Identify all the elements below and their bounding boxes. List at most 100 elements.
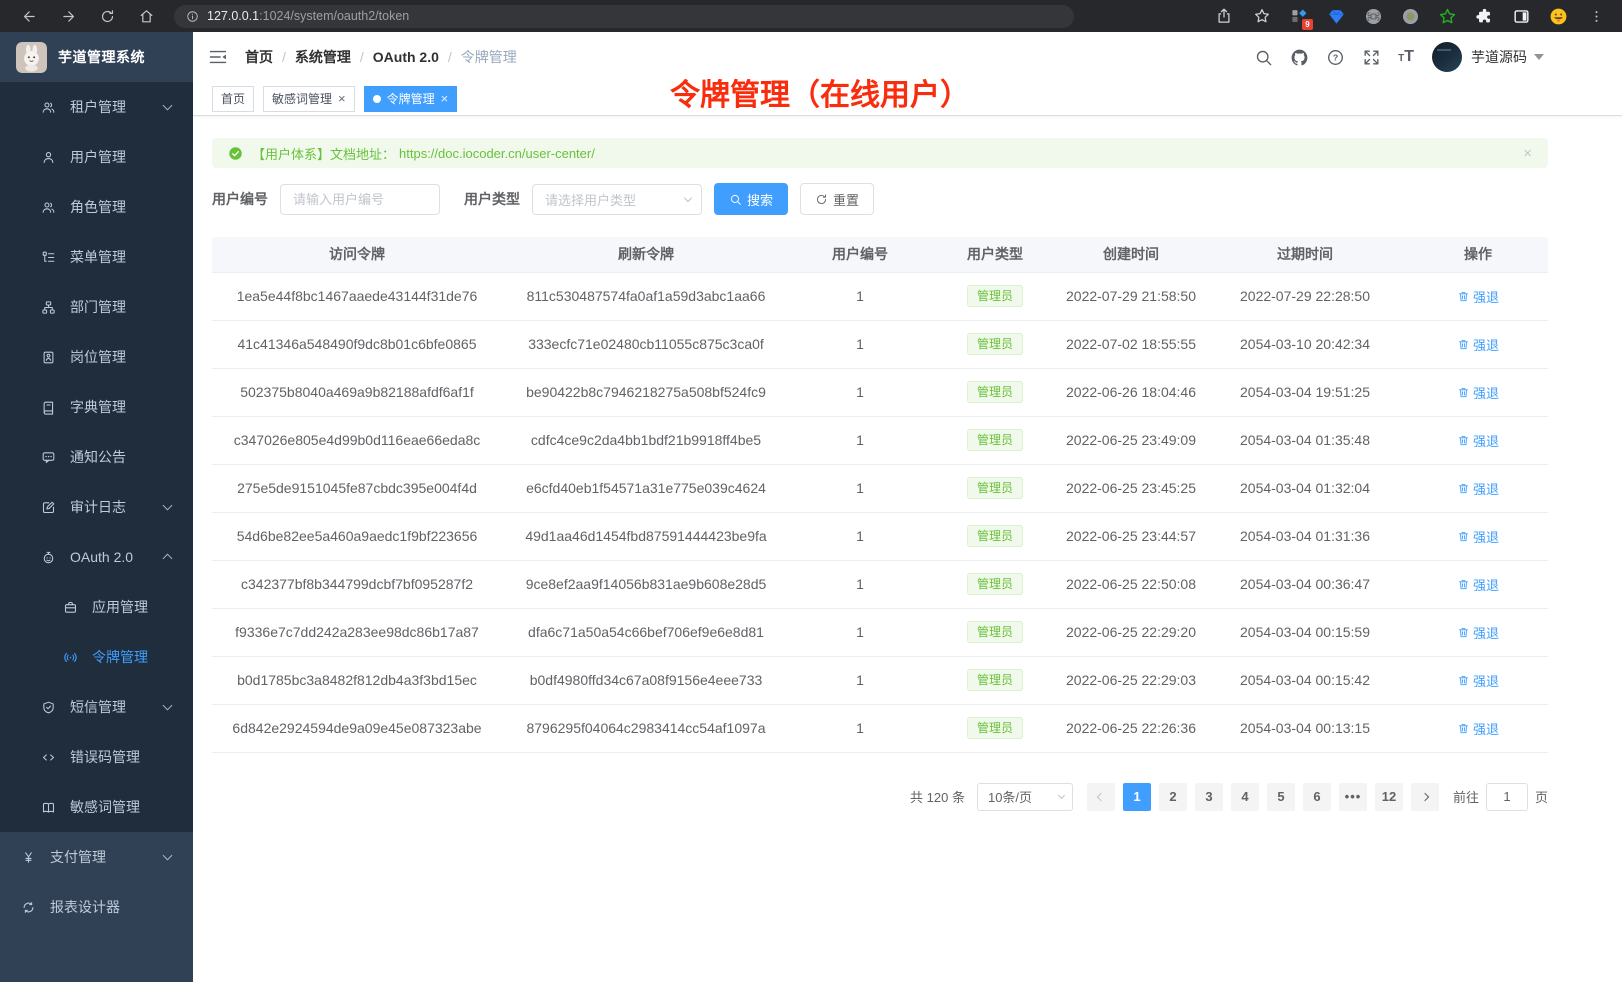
sidebar-item-15[interactable]: 敏感词管理 bbox=[0, 782, 193, 832]
force-logout-button[interactable]: 强退 bbox=[1457, 527, 1499, 546]
reset-button[interactable]: 重置 bbox=[800, 183, 874, 215]
table-row: 1ea5e44f8bc1467aaede43144f31de76811c5304… bbox=[212, 272, 1548, 320]
extension-sidepanel-icon[interactable] bbox=[1512, 7, 1531, 26]
sidebar-collapse-icon[interactable] bbox=[208, 47, 228, 67]
page-button-6[interactable]: 6 bbox=[1303, 783, 1331, 811]
pagination-more[interactable]: ••• bbox=[1339, 783, 1367, 811]
breadcrumb-item-3[interactable]: OAuth 2.0 bbox=[373, 49, 439, 65]
force-logout-button[interactable]: 强退 bbox=[1457, 431, 1499, 450]
fullscreen-icon[interactable] bbox=[1362, 48, 1381, 67]
page-button-4[interactable]: 4 bbox=[1231, 783, 1259, 811]
sidebar-item-17[interactable]: 报表设计器 bbox=[0, 882, 193, 932]
sidebar-item-12[interactable]: 令牌管理 bbox=[0, 632, 193, 682]
page-button-2[interactable]: 2 bbox=[1159, 783, 1187, 811]
github-icon[interactable] bbox=[1290, 48, 1309, 67]
sidebar-item-6[interactable]: 岗位管理 bbox=[0, 332, 193, 382]
force-logout-button[interactable]: 强退 bbox=[1457, 335, 1499, 354]
sidebar-item-9[interactable]: 审计日志 bbox=[0, 482, 193, 532]
sidebar-item-5[interactable]: 部门管理 bbox=[0, 282, 193, 332]
extension-record-icon[interactable] bbox=[1401, 7, 1420, 26]
sidebar-item-14[interactable]: 错误码管理 bbox=[0, 732, 193, 782]
alert-close-icon[interactable]: × bbox=[1523, 146, 1532, 161]
pagination-goto: 前往 页 bbox=[1453, 783, 1548, 811]
sidebar-item-3[interactable]: 角色管理 bbox=[0, 182, 193, 232]
sidebar-item-13[interactable]: 短信管理 bbox=[0, 682, 193, 732]
column-header-6: 过期时间 bbox=[1202, 237, 1408, 272]
column-header-7: 操作 bbox=[1408, 237, 1548, 272]
browser-back-icon[interactable] bbox=[21, 8, 38, 25]
tab-1[interactable]: 首页 bbox=[212, 86, 254, 112]
sidebar-item-2[interactable]: 用户管理 bbox=[0, 132, 193, 182]
force-logout-button[interactable]: 强退 bbox=[1457, 479, 1499, 498]
signal-icon bbox=[63, 650, 78, 665]
page-button-1[interactable]: 1 bbox=[1123, 783, 1151, 811]
page-size-select[interactable]: 10条/页 bbox=[977, 783, 1073, 811]
sidebar-item-10[interactable]: OAuth 2.0 bbox=[0, 532, 193, 582]
report-icon bbox=[21, 900, 36, 915]
cell-access-token: c347026e805e4d99b0d116eae66eda8c bbox=[212, 416, 502, 464]
force-logout-button[interactable]: 强退 bbox=[1457, 671, 1499, 690]
force-logout-button[interactable]: 强退 bbox=[1457, 623, 1499, 642]
sidebar-item-16[interactable]: 支付管理 bbox=[0, 832, 193, 882]
chevron-down-icon bbox=[163, 501, 173, 511]
cell-action: 强退 bbox=[1408, 512, 1548, 560]
cell-created-at: 2022-06-25 23:44:57 bbox=[1060, 512, 1202, 560]
search-button[interactable]: 搜索 bbox=[714, 183, 788, 215]
user-type-tag: 管理员 bbox=[967, 717, 1023, 739]
user-type-select[interactable]: 请选择用户类型 bbox=[532, 184, 702, 215]
close-icon[interactable]: × bbox=[338, 92, 346, 105]
force-logout-button[interactable]: 强退 bbox=[1457, 287, 1499, 306]
browser-forward-icon[interactable] bbox=[60, 8, 77, 25]
sidebar-item-8[interactable]: 通知公告 bbox=[0, 432, 193, 482]
sidebar-item-11[interactable]: 应用管理 bbox=[0, 582, 193, 632]
close-icon[interactable]: × bbox=[441, 92, 449, 105]
table-row: 54d6be82ee5a460a9aedc1f9bf22365649d1aa46… bbox=[212, 512, 1548, 560]
extension-star-icon[interactable] bbox=[1438, 7, 1457, 26]
browser-home-icon[interactable] bbox=[138, 8, 155, 25]
address-bar[interactable]: 127.0.0.1:1024/system/oauth2/token bbox=[174, 5, 1074, 28]
sidebar-item-label: 支付管理 bbox=[50, 847, 106, 867]
cell-user-type: 管理员 bbox=[930, 464, 1060, 512]
breadcrumb-item-2[interactable]: 系统管理 bbox=[295, 47, 351, 67]
sidebar-item-1[interactable]: 租户管理 bbox=[0, 82, 193, 132]
page-button-12[interactable]: 12 bbox=[1375, 783, 1403, 811]
site-info-icon[interactable] bbox=[186, 10, 199, 23]
avatar[interactable] bbox=[1432, 42, 1462, 72]
cell-user-type: 管理员 bbox=[930, 368, 1060, 416]
browser-menu-icon[interactable] bbox=[1589, 9, 1604, 24]
extension-command-icon[interactable] bbox=[1364, 7, 1383, 26]
cell-action: 强退 bbox=[1408, 272, 1548, 320]
extension-gem-icon[interactable] bbox=[1327, 7, 1346, 26]
next-page-button[interactable] bbox=[1411, 783, 1439, 811]
search-icon bbox=[729, 193, 742, 206]
tab-2[interactable]: 敏感词管理× bbox=[263, 86, 355, 112]
bookmark-star-icon[interactable] bbox=[1253, 7, 1271, 25]
user-type-tag: 管理员 bbox=[967, 429, 1023, 451]
username[interactable]: 芋道源码 bbox=[1471, 47, 1527, 67]
alert-doc-link[interactable]: https://doc.iocoder.cn/user-center/ bbox=[399, 146, 595, 161]
page-button-3[interactable]: 3 bbox=[1195, 783, 1223, 811]
font-size-icon[interactable]: TT bbox=[1398, 48, 1414, 66]
extension-puzzle-icon[interactable] bbox=[1475, 7, 1494, 26]
profile-emoji-icon[interactable] bbox=[1549, 7, 1568, 26]
tab-3[interactable]: 令牌管理× bbox=[364, 86, 458, 112]
sidebar-item-4[interactable]: 菜单管理 bbox=[0, 232, 193, 282]
breadcrumb-item-1[interactable]: 首页 bbox=[245, 47, 273, 67]
app-logo[interactable]: 芋道管理系统 bbox=[0, 32, 193, 82]
help-icon[interactable]: ? bbox=[1326, 48, 1345, 67]
user-type-tag: 管理员 bbox=[967, 381, 1023, 403]
force-logout-button[interactable]: 强退 bbox=[1457, 383, 1499, 402]
browser-reload-icon[interactable] bbox=[99, 8, 116, 25]
search-icon[interactable] bbox=[1254, 48, 1273, 67]
goto-page-input[interactable] bbox=[1486, 783, 1528, 811]
page-button-5[interactable]: 5 bbox=[1267, 783, 1295, 811]
force-logout-button[interactable]: 强退 bbox=[1457, 719, 1499, 738]
share-icon[interactable] bbox=[1215, 7, 1233, 25]
prev-page-button[interactable] bbox=[1087, 783, 1115, 811]
extension-blocks-icon[interactable]: 9 bbox=[1290, 7, 1309, 26]
trash-icon bbox=[1457, 530, 1470, 543]
force-logout-button[interactable]: 强退 bbox=[1457, 575, 1499, 594]
sidebar-item-7[interactable]: 字典管理 bbox=[0, 382, 193, 432]
caret-down-icon[interactable] bbox=[1534, 54, 1544, 60]
user-id-input[interactable] bbox=[280, 184, 440, 215]
